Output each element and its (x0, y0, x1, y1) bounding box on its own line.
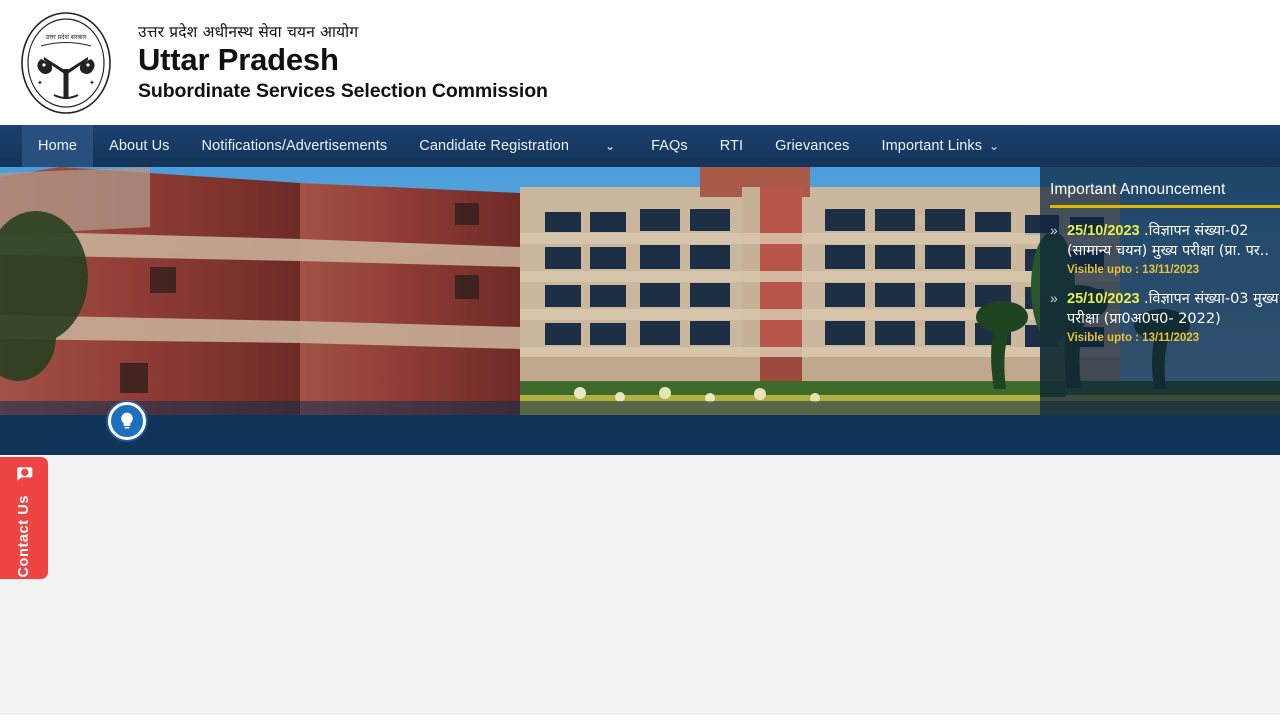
nav-item-important-links[interactable]: Important Links ⌄ (866, 125, 1016, 167)
announcement-date: 25/10/2023 (1067, 223, 1140, 239)
nav-item-label: Important Links (881, 138, 983, 154)
blue-divider-strip (0, 402, 1280, 455)
svg-text:✦: ✦ (89, 79, 95, 87)
chevron-down-icon: ⌄ (989, 139, 1000, 153)
hero-banner: Important Announcement » 25/10/2023 .विज… (0, 167, 1280, 415)
svg-text:✦: ✦ (37, 79, 43, 87)
nav-item-about-us[interactable]: About Us (93, 125, 185, 167)
nav-item-home[interactable]: Home (22, 125, 94, 167)
chevron-down-glyph: ⌄ (605, 139, 616, 153)
header-english-subtitle: Subordinate Services Selection Commissio… (138, 79, 548, 102)
nav-item-rti[interactable]: RTI (704, 125, 759, 167)
nav-item-label: Grievances (775, 138, 850, 154)
lightbulb-icon[interactable] (108, 402, 146, 440)
chevron-down-icon[interactable]: ⌄ (585, 125, 635, 167)
nav-item-notifications-advertisements[interactable]: Notifications/Advertisements (186, 125, 404, 167)
svg-text:उत्तर प्रदेश सरकार: उत्तर प्रदेश सरकार (46, 33, 87, 41)
announcement-visible-upto: Visible upto : 13/11/2023 (1067, 264, 1200, 277)
nav-item-label: Candidate Registration (419, 138, 570, 154)
nav-item-label: Notifications/Advertisements (201, 138, 388, 154)
main-content: Contact Us Applicant Segment-2 Notice Bo… (0, 455, 1280, 715)
header-english-title: Uttar Pradesh (138, 42, 339, 78)
announcement-divider (1050, 205, 1280, 208)
double-chevron-right-icon: » (1050, 290, 1058, 307)
nav-item-label: RTI (719, 138, 744, 154)
main-navigation: Home About Us Notifications/Advertisemen… (0, 125, 1280, 167)
nav-item-label: Home (38, 138, 78, 154)
nav-item-label: About Us (109, 138, 170, 154)
nav-item-faqs[interactable]: FAQs (635, 125, 704, 167)
announcement-item[interactable]: » 25/10/2023 .विज्ञापन संख्या-02 (सामान्… (1050, 222, 1280, 276)
announcement-visible-upto: Visible upto : 13/11/2023 (1067, 332, 1200, 345)
announcement-title: Important Announcement (1050, 181, 1226, 198)
double-chevron-right-icon: » (1050, 222, 1058, 238)
chat-bubble-icon (14, 464, 34, 489)
contact-us-label: Contact Us (16, 495, 32, 578)
announcement-date: 25/10/2023 (1067, 291, 1140, 308)
uttar-pradesh-government-emblem: उत्तर प्रदेश सरकार ✦ ✦ (14, 11, 118, 115)
nav-item-grievances[interactable]: Grievances (759, 125, 865, 167)
nav-item-label: FAQs (651, 138, 688, 154)
header-titles: उत्तर प्रदेश अधीनस्थ सेवा चयन आयोग Uttar… (138, 23, 548, 102)
header-hindi-title: उत्तर प्रदेश अधीनस्थ सेवा चयन आयोग (138, 23, 359, 42)
site-header: उत्तर प्रदेश सरकार ✦ ✦ उत्तर प्रदेश अधीन… (0, 0, 1280, 125)
announcement-item[interactable]: » 25/10/2023 .विज्ञापन संख्या-03 मुख्य प… (1050, 290, 1280, 344)
important-announcement-panel: Important Announcement » 25/10/2023 .विज… (1040, 167, 1280, 415)
contact-us-tab[interactable]: Contact Us (0, 457, 48, 579)
nav-item-candidate-registration[interactable]: Candidate Registration (403, 125, 585, 167)
